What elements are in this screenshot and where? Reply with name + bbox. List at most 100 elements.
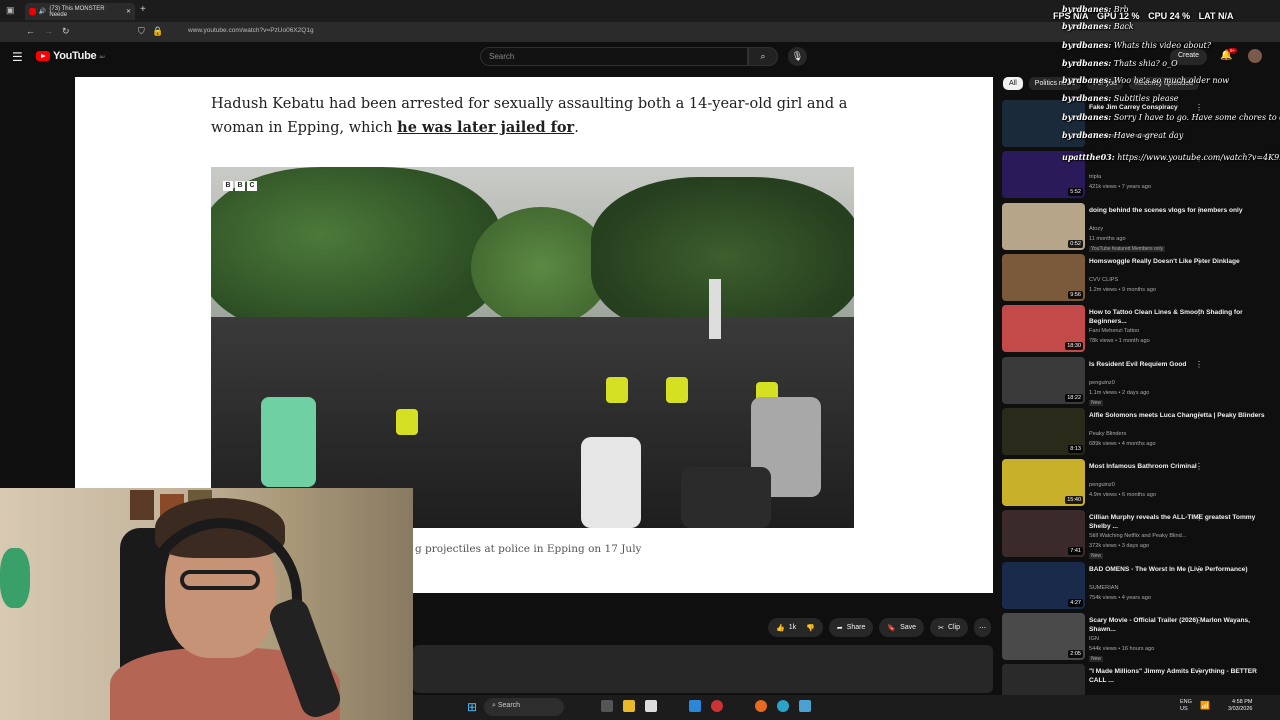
like-button[interactable]: 👍 1k 👎 bbox=[768, 618, 823, 637]
clip-button[interactable]: ✂ Clip bbox=[930, 618, 969, 637]
more-vert-icon[interactable]: ⋮ bbox=[1195, 206, 1203, 215]
video-thumbnail[interactable]: 15:40 bbox=[1002, 459, 1085, 507]
chat-message: byrdbanes: Sorry I have to go. Have some… bbox=[1062, 112, 1280, 122]
recommendation-item[interactable]: 2:05 Scary Movie - Official Trailer (2026… bbox=[1002, 613, 1280, 662]
video-title[interactable]: BAD OMENS - The Worst In Me (Live Perfor… bbox=[1089, 565, 1269, 574]
thumbs-down-icon[interactable]: 👎 bbox=[806, 624, 815, 632]
chrome-icon[interactable] bbox=[711, 700, 723, 712]
share-button[interactable]: ➦ Share bbox=[828, 618, 874, 637]
more-actions-button[interactable]: ⋯ bbox=[974, 618, 992, 637]
video-title[interactable]: Fake Jim Carrey Conspiracy bbox=[1089, 103, 1269, 112]
recommendation-item[interactable]: 9:56 Homswoggle Really Doesn't Like Peter… bbox=[1002, 253, 1280, 302]
recommendation-item[interactable]: 18:22 Is Resident Evil Requiem Good pengui… bbox=[1002, 356, 1280, 406]
video-thumbnail[interactable]: 7:41 bbox=[1002, 510, 1085, 558]
more-vert-icon[interactable]: ⋮ bbox=[1195, 103, 1203, 112]
more-vert-icon[interactable]: ⋮ bbox=[1195, 411, 1203, 420]
more-vert-icon[interactable]: ⋮ bbox=[1195, 667, 1203, 676]
close-tab-icon[interactable]: ✕ bbox=[126, 8, 131, 15]
channel-name[interactable]: penguinz0 bbox=[1089, 380, 1115, 386]
audio-icon[interactable]: 🔊 bbox=[39, 8, 46, 15]
recommendation-item[interactable]: 18:30 How to Tattoo Clean Lines & Smooth … bbox=[1002, 305, 1280, 353]
more-vert-icon[interactable]: ⋮ bbox=[1195, 360, 1203, 369]
chat-message: byrdbanes: Subtitles please bbox=[1062, 93, 1178, 103]
clock[interactable]: 4:58 PM 3/03/2026 bbox=[1228, 699, 1252, 713]
channel-name[interactable]: penguinz0 bbox=[1089, 482, 1115, 488]
recommendation-item[interactable]: 0:52 doing behind the scenes vlogs for me… bbox=[1002, 202, 1280, 252]
video-thumbnail[interactable]: 4:27 bbox=[1002, 561, 1085, 609]
channel-name[interactable]: Peaky Blinders bbox=[1089, 431, 1126, 437]
more-vert-icon[interactable]: ⋮ bbox=[1195, 513, 1203, 522]
video-thumbnail[interactable]: 2:05 bbox=[1002, 613, 1085, 660]
url-field[interactable]: www.youtube.com/watch?v=PzUo06X2Q1g bbox=[188, 27, 314, 34]
video-title[interactable]: How to Tattoo Clean Lines & Smooth Shadi… bbox=[1089, 308, 1269, 326]
store-icon[interactable] bbox=[645, 700, 657, 712]
video-thumbnail[interactable]: 9:56 bbox=[1002, 253, 1085, 301]
video-title[interactable]: Alfie Solomons meets Luca Changretta | P… bbox=[1089, 411, 1269, 420]
chat-text: Thats shia? o_O bbox=[1113, 59, 1178, 68]
video-title[interactable]: Cillian Murphy reveals the ALL-TIME grea… bbox=[1089, 513, 1269, 531]
save-button[interactable]: 🔖 Save bbox=[879, 618, 925, 637]
video-title[interactable]: doing behind the scenes vlogs for member… bbox=[1089, 206, 1269, 215]
channel-name[interactable]: Still Watching Netflix and Peaky Blind..… bbox=[1089, 533, 1186, 539]
video-title[interactable]: Most Infamous Bathroom Criminal bbox=[1089, 462, 1269, 471]
video-meta: 78k views • 1 month ago bbox=[1089, 338, 1150, 345]
video-thumbnail[interactable]: 18:22 bbox=[1002, 356, 1085, 404]
forward-icon[interactable]: → bbox=[44, 26, 53, 36]
file-explorer-icon[interactable] bbox=[623, 700, 635, 712]
channel-name[interactable]: tripla bbox=[1089, 174, 1101, 180]
recommendation-item[interactable]: 8:13 Alfie Solomons meets Luca Changretta… bbox=[1002, 407, 1280, 456]
sidebar-toggle-icon[interactable]: ▣ bbox=[6, 5, 15, 16]
channel-name[interactable]: IGN bbox=[1089, 636, 1099, 642]
more-vert-icon[interactable]: ⋮ bbox=[1195, 565, 1203, 574]
firefox-icon[interactable] bbox=[755, 700, 767, 712]
browser-tab[interactable]: 🔊 (73) This MONSTER Neede ✕ bbox=[25, 3, 135, 20]
video-title[interactable]: Scary Movie - Official Trailer (2026) Ma… bbox=[1089, 616, 1269, 634]
more-vert-icon[interactable]: ⋮ bbox=[1195, 462, 1203, 471]
search-button[interactable]: ⌕ bbox=[748, 47, 778, 66]
channel-name[interactable]: SUMERIAN bbox=[1089, 585, 1119, 591]
more-vert-icon[interactable]: ⋮ bbox=[1195, 308, 1203, 317]
wifi-icon[interactable]: 📶 bbox=[1200, 701, 1210, 710]
video-thumbnail[interactable]: 18:30 bbox=[1002, 305, 1085, 353]
video-title[interactable]: Homswoggle Really Doesn't Like Peter Din… bbox=[1089, 257, 1269, 266]
channel-name[interactable]: CVV CLIPS bbox=[1089, 277, 1118, 283]
description-box[interactable] bbox=[413, 645, 993, 693]
chip-all[interactable]: All bbox=[1003, 77, 1023, 90]
video-title[interactable]: "I Made Millions" Jimmy Admits Everythin… bbox=[1089, 667, 1269, 685]
recommendation-item[interactable]: 4:27 BAD OMENS - The Worst In Me (Live Pe… bbox=[1002, 561, 1280, 610]
more-vert-icon[interactable]: ⋮ bbox=[1195, 616, 1203, 625]
back-icon[interactable]: ← bbox=[26, 26, 35, 36]
taskbar-search[interactable]: ⌕ Search bbox=[484, 698, 564, 716]
reload-icon[interactable]: ↻ bbox=[62, 26, 70, 37]
recommendation-item[interactable]: 7:41 Cillian Murphy reveals the ALL-TIME … bbox=[1002, 510, 1280, 560]
windows-start-icon[interactable]: ⊞ bbox=[467, 700, 477, 714]
menu-icon[interactable]: ☰ bbox=[12, 50, 23, 64]
chat-username: byrdbanes: bbox=[1062, 93, 1112, 103]
avatar[interactable] bbox=[1248, 49, 1262, 63]
mail-icon[interactable] bbox=[689, 700, 701, 712]
voice-search-icon[interactable]: 🎙 bbox=[788, 47, 807, 66]
video-thumbnail[interactable]: 0:52 bbox=[1002, 202, 1085, 250]
channel-name[interactable]: Atozy bbox=[1089, 226, 1103, 232]
status-badge: YouTube featured Members only bbox=[1089, 245, 1166, 252]
recommendation-item[interactable]: 15:40 Most Infamous Bathroom Criminal peng… bbox=[1002, 459, 1280, 507]
recommendation-item[interactable]: Fake Jim Carrey Conspiracy 477k views • 4… bbox=[1002, 100, 1280, 148]
youtube-favicon-icon bbox=[29, 8, 36, 15]
video-meta: 1.1m views • 2 days ago bbox=[1089, 389, 1150, 396]
edge-icon[interactable] bbox=[777, 700, 789, 712]
new-tab-icon[interactable]: + bbox=[140, 4, 146, 15]
video-actions: 👍 1k 👎 ➦ Share 🔖 Save ✂ Clip ⋯ bbox=[768, 618, 992, 637]
shield-icon[interactable]: ⛉ bbox=[138, 26, 145, 37]
video-meta: 689k views • 4 months ago bbox=[1089, 440, 1156, 447]
more-vert-icon[interactable]: ⋮ bbox=[1195, 257, 1203, 266]
search-input[interactable]: Search bbox=[480, 47, 748, 66]
notepad-icon[interactable] bbox=[799, 700, 811, 712]
chat-text: Back bbox=[1113, 22, 1134, 31]
notification-bell-icon[interactable]: 🔔 9+ bbox=[1220, 48, 1238, 61]
task-view-icon[interactable] bbox=[601, 700, 613, 712]
language-indicator[interactable]: ENG US bbox=[1180, 699, 1192, 713]
youtube-logo[interactable]: YouTube AU bbox=[36, 50, 105, 62]
video-thumbnail[interactable]: 8:13 bbox=[1002, 407, 1085, 455]
video-title[interactable]: Is Resident Evil Requiem Good bbox=[1089, 360, 1269, 369]
channel-name[interactable]: Fani Mehenzi Tattoo bbox=[1089, 328, 1139, 334]
